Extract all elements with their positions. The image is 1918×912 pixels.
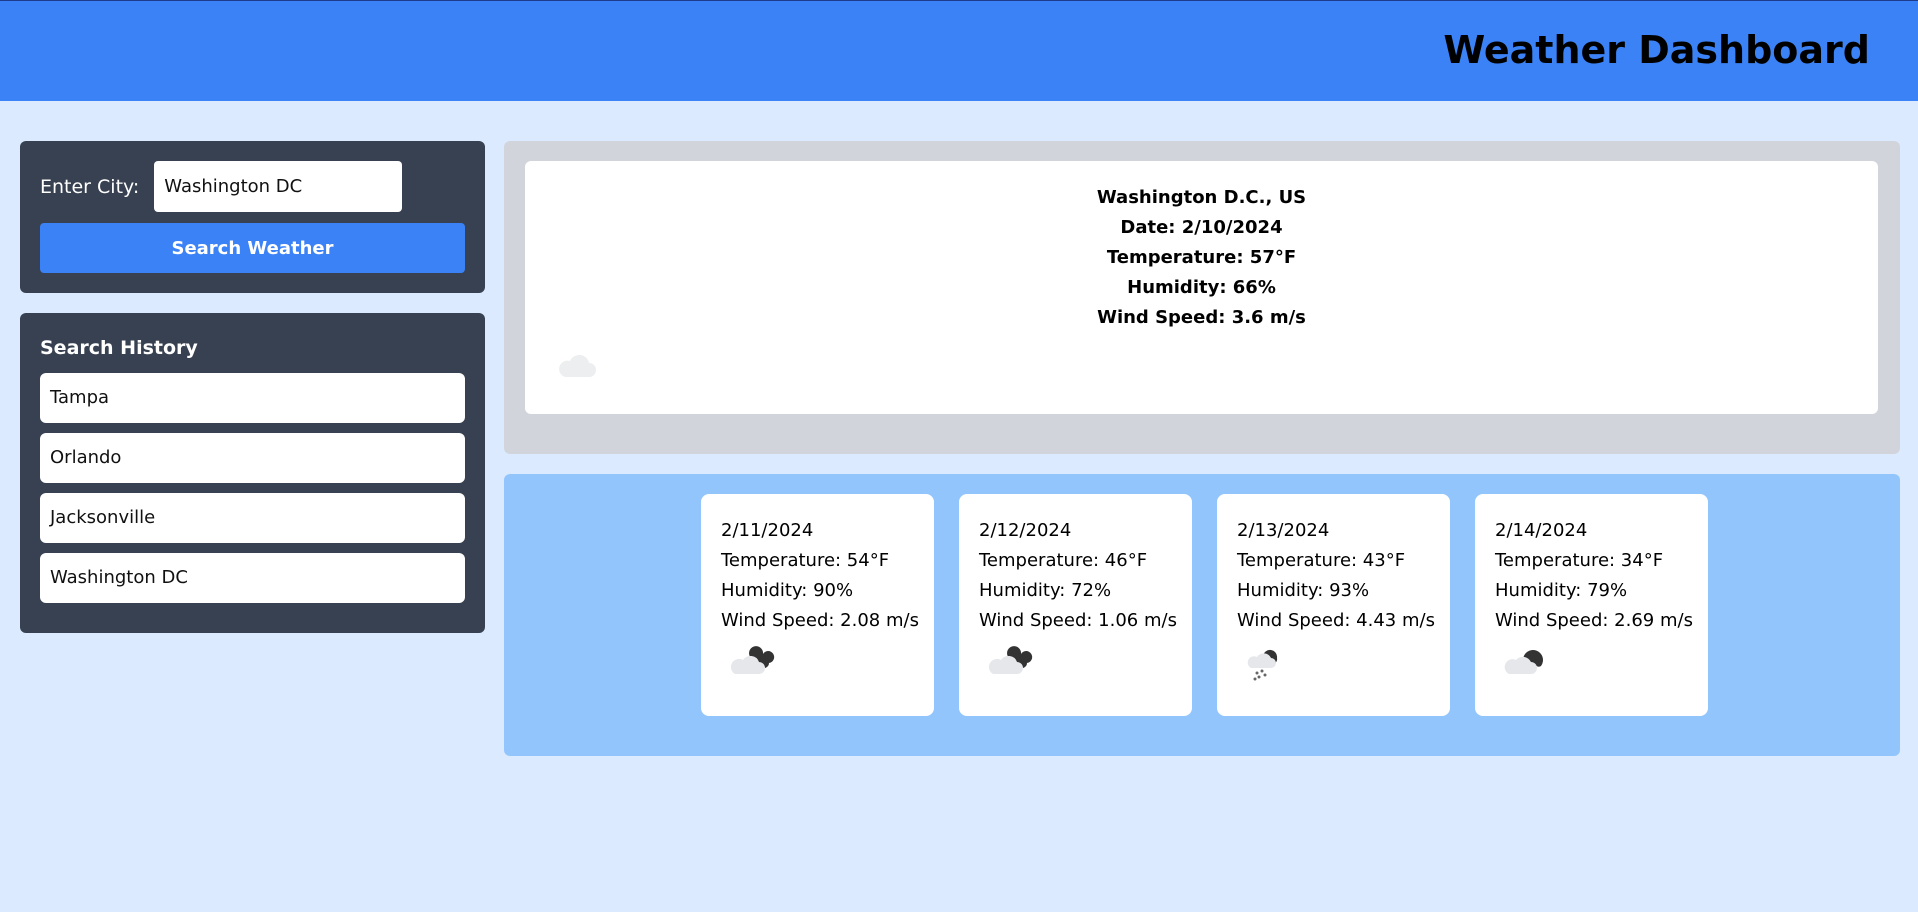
broken-clouds-icon <box>987 644 1192 688</box>
app-header: Weather Dashboard <box>0 0 1918 101</box>
city-input[interactable] <box>154 161 403 212</box>
forecast-humidity: Humidity: 72% <box>979 580 1112 601</box>
forecast-date: 2/11/2024 <box>721 520 814 541</box>
forecast-wind-speed: Wind Speed: 2.08 m/s <box>721 610 919 631</box>
forecast-date: 2/14/2024 <box>1495 520 1588 541</box>
forecast-temperature: Temperature: 46°F <box>979 550 1148 571</box>
forecast-wind-speed: Wind Speed: 2.69 m/s <box>1495 610 1693 631</box>
history-item-orlando[interactable]: Orlando <box>40 433 465 483</box>
overcast-clouds-icon <box>1503 644 1708 688</box>
current-location: Washington D.C., US <box>1096 187 1307 208</box>
search-panel: Enter City: Search Weather <box>20 141 485 293</box>
forecast-section: 2/11/2024 Temperature: 54°F Humidity: 90… <box>504 474 1900 756</box>
forecast-date: 2/13/2024 <box>1237 520 1330 541</box>
forecast-humidity: Humidity: 93% <box>1237 580 1370 601</box>
current-temperature: Temperature: 57°F <box>1106 247 1297 268</box>
forecast-card-day3: 2/13/2024 Temperature: 43°F Humidity: 93… <box>1217 494 1450 716</box>
current-humidity: Humidity: 66% <box>1127 277 1276 298</box>
current-weather-card: Washington D.C., US Date: 2/10/2024 Temp… <box>525 161 1878 414</box>
forecast-humidity: Humidity: 79% <box>1495 580 1628 601</box>
search-weather-button[interactable]: Search Weather <box>40 223 465 273</box>
history-item-jacksonville[interactable]: Jacksonville <box>40 493 465 543</box>
search-history-title: Search History <box>40 337 198 359</box>
forecast-card-day2: 2/12/2024 Temperature: 46°F Humidity: 72… <box>959 494 1192 716</box>
forecast-card-day1: 2/11/2024 Temperature: 54°F Humidity: 90… <box>701 494 934 716</box>
current-weather-section: Washington D.C., US Date: 2/10/2024 Temp… <box>504 141 1900 454</box>
search-row: Enter City: <box>40 161 403 212</box>
current-wind-speed: Wind Speed: 3.6 m/s <box>1097 307 1306 328</box>
page-title: Weather Dashboard <box>1443 28 1870 72</box>
broken-clouds-icon <box>729 644 934 688</box>
forecast-humidity: Humidity: 90% <box>721 580 854 601</box>
forecast-date: 2/12/2024 <box>979 520 1072 541</box>
snow-icon <box>1245 644 1450 692</box>
city-label: Enter City: <box>40 175 140 198</box>
current-weather-info: Washington D.C., US Date: 2/10/2024 Temp… <box>525 183 1878 333</box>
forecast-temperature: Temperature: 34°F <box>1495 550 1664 571</box>
forecast-temperature: Temperature: 54°F <box>721 550 890 571</box>
forecast-wind-speed: Wind Speed: 4.43 m/s <box>1237 610 1435 631</box>
current-date: Date: 2/10/2024 <box>1120 217 1283 238</box>
forecast-wind-speed: Wind Speed: 1.06 m/s <box>979 610 1177 631</box>
forecast-card-day4: 2/14/2024 Temperature: 34°F Humidity: 79… <box>1475 494 1708 716</box>
history-item-tampa[interactable]: Tampa <box>40 373 465 423</box>
history-item-washington-dc[interactable]: Washington DC <box>40 553 465 603</box>
forecast-temperature: Temperature: 43°F <box>1237 550 1406 571</box>
search-history-panel: Search History Tampa Orlando Jacksonvill… <box>20 313 485 633</box>
cloud-icon <box>555 351 599 385</box>
